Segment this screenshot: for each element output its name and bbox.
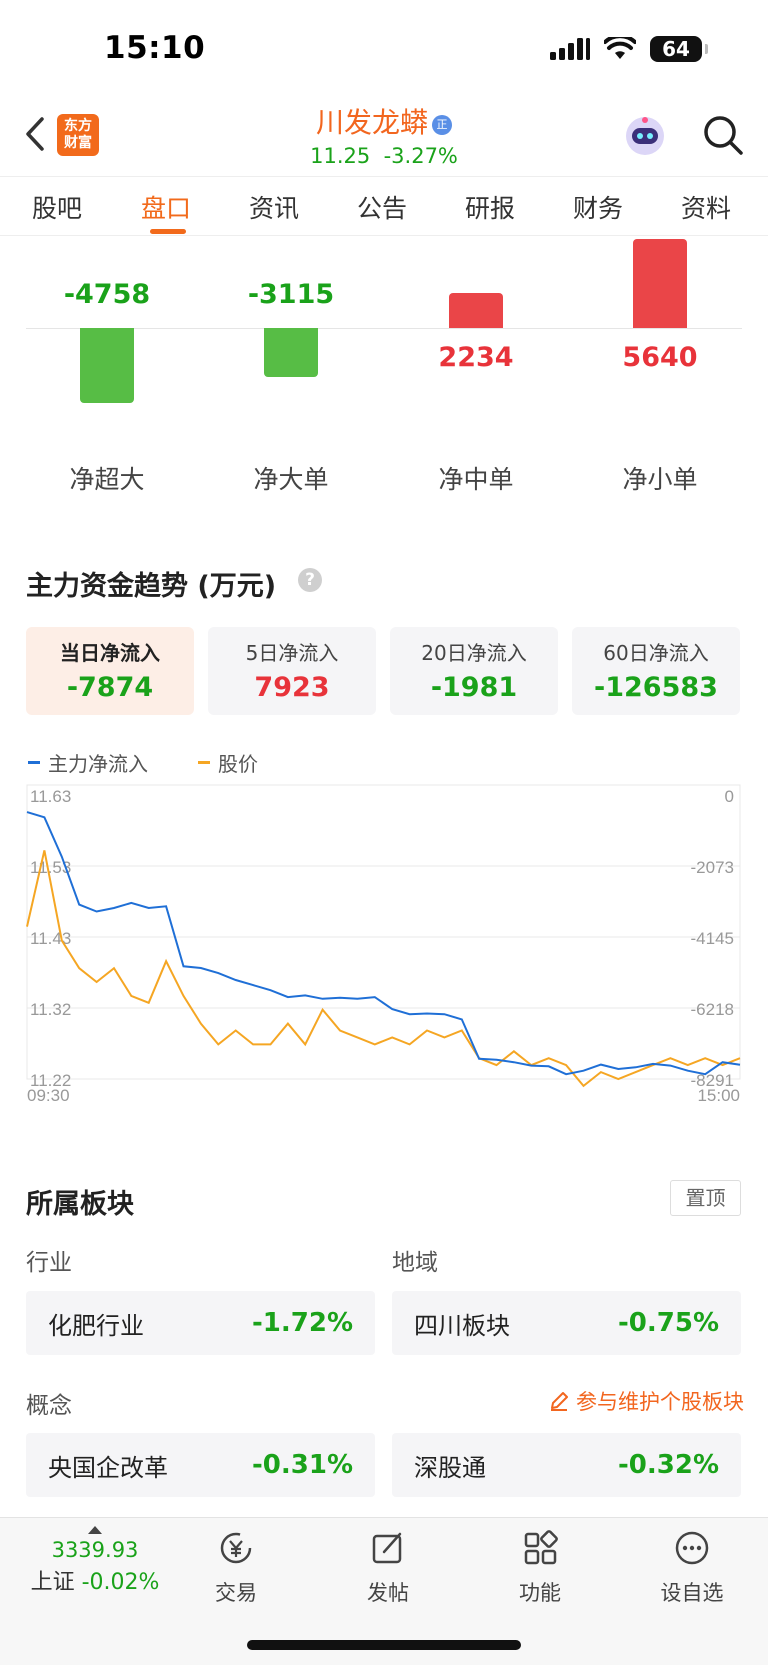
flow-label: 净大单 (253, 465, 329, 494)
status-time: 15:10 (104, 30, 206, 66)
trend-chart: 11.63 011.53 -207311.43 -414511.32 -621811.2… (26, 784, 741, 1105)
card-20day-inflow[interactable]: 20日净流入 -1981 (390, 627, 558, 715)
tab-guba[interactable]: 股吧 (32, 189, 82, 225)
concept-label: 概念 (26, 1393, 72, 1419)
verified-badge: 正 (432, 115, 452, 135)
board-industry[interactable]: 化肥行业 -1.72% (26, 1291, 375, 1355)
nav-add-watchlist[interactable]: 设自选 (632, 1530, 752, 1607)
edit-boards-link[interactable]: 参与维护个股板块 (548, 1386, 744, 1416)
index-ticker[interactable]: 3339.93 上证 -0.02% (20, 1526, 170, 1596)
trade-icon (220, 1532, 252, 1564)
left-axis-tick: 11.63 (30, 787, 71, 806)
board-concept-1[interactable]: 央国企改革 -0.31% (26, 1433, 375, 1497)
active-tab-indicator (150, 229, 186, 234)
industry-label: 行业 (26, 1250, 72, 1276)
help-icon[interactable]: ? (298, 568, 322, 592)
flow-value: -3115 (247, 279, 335, 310)
right-axis-tick: 0 (725, 787, 734, 806)
flow-value: -4758 (63, 279, 151, 310)
boards-title: 所属板块 (26, 1189, 134, 1220)
x-axis-end: 15:00 (697, 1086, 740, 1105)
tab-pankou[interactable]: 盘口 (141, 189, 191, 225)
x-axis-start: 09:30 (27, 1086, 70, 1105)
signal-icon (550, 38, 590, 60)
tab-announcement[interactable]: 公告 (357, 189, 407, 225)
home-indicator (247, 1640, 521, 1650)
nav-post[interactable]: 发帖 (328, 1530, 448, 1607)
legend-price: 股价 (198, 748, 258, 777)
robot-assistant-icon[interactable] (623, 114, 667, 158)
tab-bar: 股吧 盘口 资讯 公告 研报 财务 资料 (0, 176, 768, 236)
flow-label: 净小单 (622, 465, 698, 494)
main-flow-series-line (26, 811, 741, 1076)
nav-trade[interactable]: 交易 (176, 1530, 296, 1607)
flow-label: 净超大 (69, 465, 145, 494)
wifi-icon (604, 37, 636, 59)
plot-frame (26, 784, 741, 1080)
flow-value: 2234 (438, 342, 514, 373)
region-label: 地域 (392, 1250, 438, 1276)
status-icons: 64 (550, 36, 708, 62)
flow-bar (633, 238, 687, 328)
battery-icon: 64 (650, 36, 708, 62)
card-60day-inflow[interactable]: 60日净流入 -126583 (572, 627, 740, 715)
tab-research[interactable]: 研报 (465, 189, 515, 225)
card-5day-inflow[interactable]: 5日净流入 7923 (208, 627, 376, 715)
legend-main-flow: 主力净流入 (28, 748, 148, 777)
nav-functions[interactable]: 功能 (480, 1530, 600, 1607)
tab-finance[interactable]: 财务 (573, 189, 623, 225)
right-axis-tick: -2073 (691, 858, 734, 877)
search-icon[interactable] (702, 114, 744, 156)
right-axis-tick: -6218 (691, 1000, 734, 1019)
flow-bar (80, 328, 134, 404)
pencil-icon (551, 1392, 568, 1411)
trend-title: 主力资金趋势 (万元) (26, 571, 277, 602)
flow-value: 5640 (622, 342, 698, 373)
tab-news[interactable]: 资讯 (249, 189, 299, 225)
compose-icon (372, 1532, 402, 1564)
flow-bar (449, 292, 503, 328)
caret-up-icon (88, 1526, 102, 1534)
flow-bar (264, 328, 318, 378)
tab-profile[interactable]: 资料 (681, 189, 731, 225)
flow-label: 净中单 (438, 465, 514, 494)
more-icon (675, 1531, 709, 1565)
right-axis-tick: -4145 (691, 929, 734, 948)
pin-top-button[interactable]: 置顶 (670, 1180, 741, 1216)
price-series-line (26, 850, 741, 1088)
grid-icon (524, 1530, 558, 1565)
board-concept-2[interactable]: 深股通 -0.32% (392, 1433, 741, 1497)
left-axis-tick: 11.32 (30, 1000, 71, 1019)
card-today-inflow[interactable]: 当日净流入 -7874 (26, 627, 194, 715)
board-region[interactable]: 四川板块 -0.75% (392, 1291, 741, 1355)
